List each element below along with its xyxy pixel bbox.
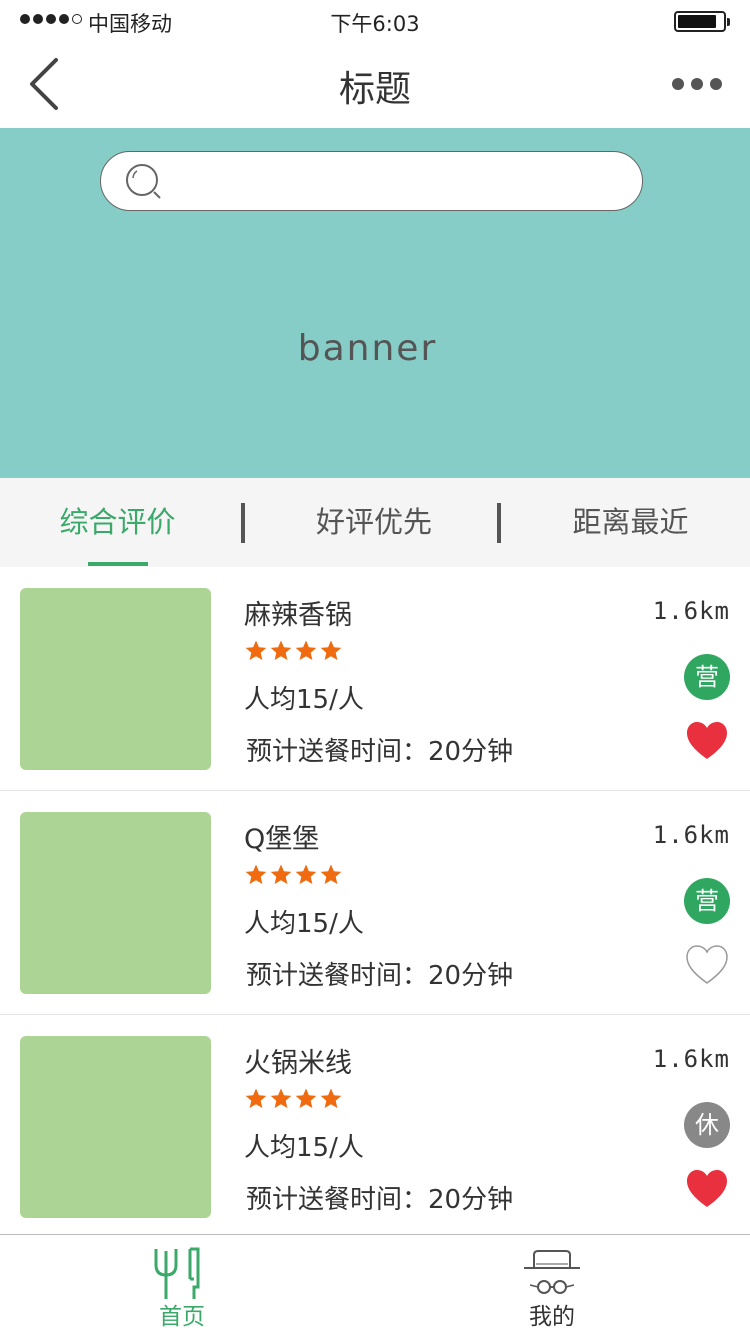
heart-icon <box>686 945 728 984</box>
tab-home[interactable]: 首页 <box>82 1235 282 1334</box>
list-item[interactable]: Q堡堡 人均15/人 预计送餐时间：20分钟 1.6km 营 <box>0 791 750 1015</box>
favorite-button[interactable] <box>685 1167 729 1211</box>
more-button[interactable] <box>672 72 722 96</box>
banner-label: banner <box>297 328 438 369</box>
status-badge: 营 <box>684 654 730 700</box>
tab-home-label: 首页 <box>159 1304 205 1330</box>
star-icon <box>270 1088 292 1108</box>
shop-list: 麻辣香锅 人均15/人 预计送餐时间：20分钟 1.6km 营 Q堡堡 人均15… <box>0 567 750 1239</box>
status-time: 下午6:03 <box>330 12 420 36</box>
search-input[interactable] <box>171 162 621 202</box>
star-icon <box>295 864 317 884</box>
shop-thumbnail <box>20 1036 211 1218</box>
tab-overall-rating[interactable]: 综合评价 <box>0 478 235 567</box>
list-item[interactable]: 火锅米线 人均15/人 预计送餐时间：20分钟 1.6km 休 <box>0 1015 750 1239</box>
star-icon <box>270 640 292 660</box>
delivery-eta: 预计送餐时间：20分钟 <box>246 737 514 767</box>
delivery-eta: 预计送餐时间：20分钟 <box>246 961 514 991</box>
more-dots-icon <box>672 78 684 90</box>
star-icon <box>245 640 267 660</box>
star-icon <box>245 864 267 884</box>
shop-thumbnail <box>20 588 211 770</box>
page-title: 标题 <box>338 69 411 110</box>
shop-thumbnail <box>20 812 211 994</box>
favorite-button[interactable] <box>685 943 729 987</box>
active-tab-indicator <box>88 562 148 566</box>
shop-name: 麻辣香锅 <box>244 600 352 631</box>
tab-good-reviews-first[interactable]: 好评优先 <box>250 478 498 567</box>
search-icon <box>126 164 161 199</box>
distance: 1.6km <box>652 1045 730 1073</box>
tab-nearest[interactable]: 距离最近 <box>508 478 750 567</box>
rating-stars <box>244 863 343 887</box>
status-badge: 休 <box>684 1102 730 1148</box>
nav-bar: 标题 <box>0 44 750 128</box>
rating-stars <box>244 1087 343 1111</box>
tab-mine-label: 我的 <box>529 1304 575 1330</box>
shop-name: 火锅米线 <box>244 1048 352 1079</box>
tab-divider <box>497 503 501 543</box>
star-icon <box>270 864 292 884</box>
heart-icon <box>687 1170 727 1207</box>
star-icon <box>320 1088 342 1108</box>
star-icon <box>295 1088 317 1108</box>
heart-icon <box>687 722 727 759</box>
star-icon <box>245 1088 267 1108</box>
list-item[interactable]: 麻辣香锅 人均15/人 预计送餐时间：20分钟 1.6km 营 <box>0 567 750 791</box>
star-icon <box>320 864 342 884</box>
tab-mine[interactable]: 我的 <box>452 1235 652 1334</box>
star-icon <box>320 640 342 660</box>
avg-price: 人均15/人 <box>244 685 364 715</box>
user-hat-glasses-icon <box>524 1250 580 1294</box>
banner[interactable]: banner <box>0 128 750 478</box>
search-bar[interactable] <box>100 151 643 211</box>
shop-name: Q堡堡 <box>244 824 320 855</box>
delivery-eta: 预计送餐时间：20分钟 <box>246 1185 514 1215</box>
fork-knife-icon <box>154 1247 200 1299</box>
distance: 1.6km <box>652 821 730 849</box>
sort-tabs: 综合评价 好评优先 距离最近 <box>0 478 750 567</box>
battery-icon <box>674 11 730 32</box>
favorite-button[interactable] <box>685 719 729 763</box>
tab-divider <box>241 503 245 543</box>
status-bar: 中国移动 下午6:03 <box>0 0 750 44</box>
avg-price: 人均15/人 <box>244 909 364 939</box>
avg-price: 人均15/人 <box>244 1133 364 1163</box>
distance: 1.6km <box>652 597 730 625</box>
bottom-tab-bar: 首页 我的 <box>0 1234 750 1334</box>
star-icon <box>295 640 317 660</box>
status-badge: 营 <box>684 878 730 924</box>
rating-stars <box>244 639 343 663</box>
